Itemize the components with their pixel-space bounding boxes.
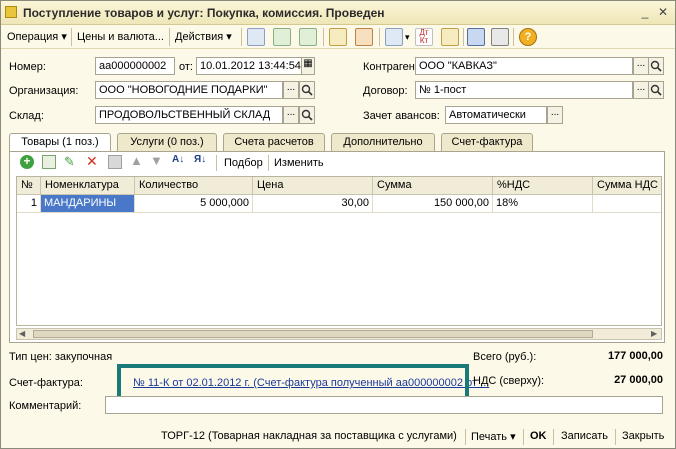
calendar-icon[interactable]: ▦ <box>301 57 315 75</box>
warehouse-search-icon[interactable] <box>299 106 315 124</box>
column-header[interactable]: Сумма НДС <box>593 177 661 195</box>
scroll-left-icon[interactable]: ◀ <box>19 329 25 339</box>
table-cell[interactable]: 5 000,000 <box>135 195 253 213</box>
enter-based-icon[interactable] <box>385 28 403 46</box>
advance-select-button[interactable]: ... <box>547 106 563 124</box>
vat-value: 27 000,00 <box>614 374 663 386</box>
grid-toolbar: + ✎ ✕ ▲ ▼ A↓ Я↓ Подбор Изменить <box>10 152 664 174</box>
tab-goods[interactable]: Товары (1 поз.) <box>9 133 111 152</box>
table-cell[interactable]: МАНДАРИНЫ <box>41 195 135 213</box>
column-header[interactable]: Сумма <box>373 177 493 195</box>
organization-field[interactable]: ООО "НОВОГОДНИЕ ПОДАРКИ" <box>95 81 283 99</box>
organization-search-icon[interactable] <box>299 81 315 99</box>
warehouse-label: Склад: <box>9 110 44 122</box>
invoice-label: Счет-фактура: <box>9 377 83 389</box>
change-button[interactable]: Изменить <box>274 157 324 169</box>
vat-label: НДС (сверху): <box>473 375 545 387</box>
dt-kt-icon[interactable]: Дт Кт <box>415 28 433 46</box>
title-bar: Поступление товаров и услуг: Покупка, ко… <box>1 1 675 25</box>
contract-search-icon[interactable] <box>648 81 664 99</box>
move-up-icon[interactable]: ▲ <box>130 153 143 168</box>
print-menu[interactable]: Печать ▾ <box>471 430 516 443</box>
table-cell[interactable]: 150 000,00 <box>373 195 493 213</box>
movements-icon[interactable] <box>355 28 373 46</box>
column-header[interactable]: № <box>17 177 41 195</box>
copy-row-icon[interactable] <box>42 155 56 169</box>
save-button[interactable]: Записать <box>561 430 608 442</box>
contract-label: Договор: <box>363 85 408 97</box>
list-icon[interactable] <box>491 28 509 46</box>
column-header[interactable]: Цена <box>253 177 373 195</box>
column-header[interactable]: Количество <box>135 177 253 195</box>
goods-table: № Номенклатура Количество Цена Сумма %НД… <box>16 176 662 326</box>
document-icon <box>5 6 17 18</box>
table-cell[interactable]: 30,00 <box>253 195 373 213</box>
advance-field[interactable]: Автоматически <box>445 106 547 124</box>
number-label: Номер: <box>9 61 46 73</box>
goods-panel: + ✎ ✕ ▲ ▼ A↓ Я↓ Подбор Изменить № Номенк… <box>9 151 665 343</box>
horizontal-scrollbar[interactable]: ◀ ▶ <box>16 328 662 340</box>
warehouse-select-button[interactable]: ... <box>283 106 299 124</box>
total-label: Всего (руб.): <box>473 351 537 363</box>
structure-icon[interactable] <box>329 28 347 46</box>
minimize-icon[interactable]: _ <box>637 5 653 21</box>
advance-label: Зачет авансов: <box>363 110 440 122</box>
comment-label: Комментарий: <box>9 400 82 412</box>
contractor-field[interactable]: ООО "КАВКАЗ" <box>415 57 633 75</box>
hierarchy-icon[interactable] <box>467 28 485 46</box>
post-document-icon[interactable] <box>247 28 265 46</box>
column-header[interactable]: Номенклатура <box>41 177 135 195</box>
table-cell[interactable] <box>593 195 661 213</box>
delete-row-icon[interactable]: ✕ <box>86 153 98 170</box>
selection-button[interactable]: Подбор <box>224 157 263 169</box>
contractor-label: Контрагент: <box>363 61 423 73</box>
sort-asc-icon[interactable]: A↓ <box>172 154 184 165</box>
date-label: от: <box>179 61 193 73</box>
bottom-bar: ТОРГ-12 (Товарная накладная за поставщик… <box>1 425 675 447</box>
report-icon[interactable] <box>441 28 459 46</box>
main-toolbar: Операция ▾ Цены и валюта... Действия ▾ ▾… <box>1 25 675 49</box>
date-field[interactable]: 10.01.2012 13:44:54 <box>196 57 302 75</box>
close-button[interactable]: Закрыть <box>622 430 664 442</box>
table-cell[interactable]: 18% <box>493 195 593 213</box>
number-field[interactable]: аа000000002 <box>95 57 175 75</box>
edit-row-icon[interactable]: ✎ <box>64 154 75 170</box>
actions-menu[interactable]: Действия ▾ <box>175 29 232 45</box>
copy-icon[interactable] <box>299 28 317 46</box>
help-icon[interactable]: ? <box>519 28 537 46</box>
contract-field[interactable]: № 1-пост <box>415 81 633 99</box>
document-window: Поступление товаров и услуг: Покупка, ко… <box>0 0 676 449</box>
tab-additional[interactable]: Дополнительно <box>331 133 435 151</box>
close-icon[interactable]: ✕ <box>655 5 671 21</box>
tab-invoice[interactable]: Счет-фактура <box>441 133 533 151</box>
total-value: 177 000,00 <box>607 350 663 362</box>
column-header[interactable]: %НДС <box>493 177 593 195</box>
end-edit-icon[interactable] <box>108 155 122 169</box>
table-cell[interactable]: 1 <box>17 195 41 213</box>
tab-services[interactable]: Услуги (0 поз.) <box>117 133 217 151</box>
tab-accounts[interactable]: Счета расчетов <box>223 133 325 151</box>
torg12-button[interactable]: ТОРГ-12 (Товарная накладная за поставщик… <box>161 430 457 442</box>
contractor-search-icon[interactable] <box>648 57 664 75</box>
prices-button[interactable]: Цены и валюта... <box>77 29 164 45</box>
organization-select-button[interactable]: ... <box>283 81 299 99</box>
move-down-icon[interactable]: ▼ <box>150 153 163 168</box>
scrollbar-thumb[interactable] <box>33 330 593 338</box>
contract-select-button[interactable]: ... <box>633 81 649 99</box>
window-title: Поступление товаров и услуг: Покупка, ко… <box>23 6 385 20</box>
ok-button[interactable]: OK <box>530 430 547 442</box>
add-row-icon[interactable]: + <box>20 155 34 169</box>
contractor-select-button[interactable]: ... <box>633 57 649 75</box>
comment-field[interactable] <box>105 396 663 414</box>
refresh-icon[interactable] <box>273 28 291 46</box>
organization-label: Организация: <box>9 85 79 97</box>
warehouse-field[interactable]: ПРОДОВОЛЬСТВЕННЫЙ СКЛАД <box>95 106 283 124</box>
sort-desc-icon[interactable]: Я↓ <box>194 154 206 165</box>
operation-menu[interactable]: Операция ▾ <box>7 29 67 45</box>
price-type-label: Тип цен: закупочная <box>9 351 113 363</box>
scroll-right-icon[interactable]: ▶ <box>651 329 657 339</box>
